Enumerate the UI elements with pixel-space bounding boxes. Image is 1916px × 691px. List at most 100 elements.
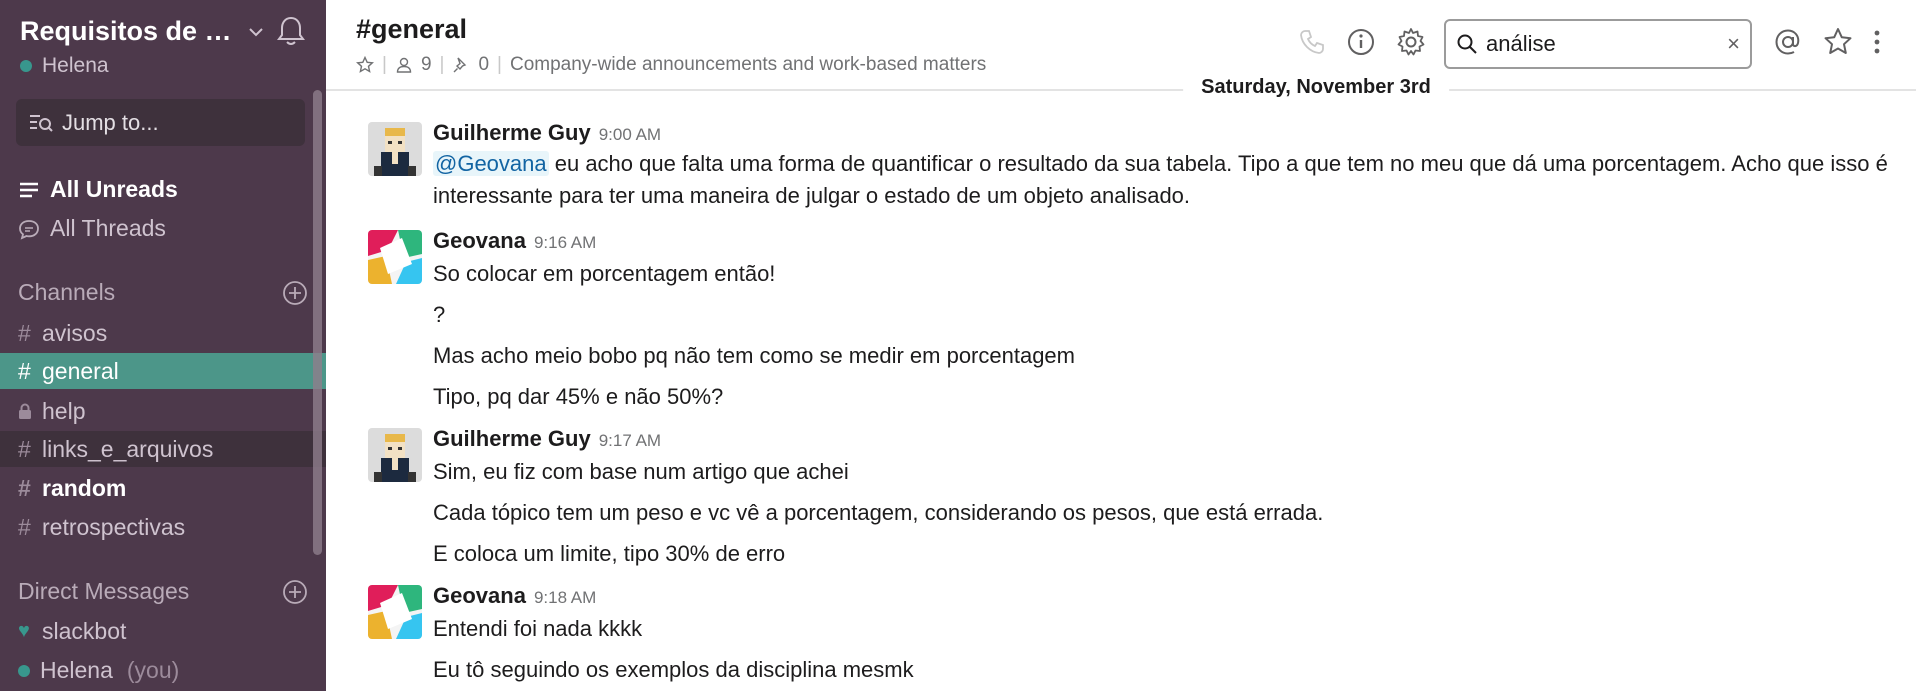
avatar[interactable] xyxy=(368,585,422,639)
message-header: Guilherme Guy 9:00 AM xyxy=(433,120,661,146)
author-name[interactable]: Geovana xyxy=(433,583,526,609)
message[interactable]: Geovana 9:16 AM So colocar em porcentage… xyxy=(326,228,1916,410)
channel-links-e-arquivos[interactable]: # links_e_arquivos xyxy=(0,431,326,467)
separator: | xyxy=(439,54,445,75)
timestamp[interactable]: 9:00 AM xyxy=(599,125,661,145)
jump-label: Jump to... xyxy=(62,109,159,135)
message-text: Tipo, pq dar 45% e não 50%? xyxy=(433,384,724,409)
dm-label: Helena xyxy=(40,657,113,683)
divider-line xyxy=(326,90,1916,91)
star-icon[interactable] xyxy=(1822,26,1854,58)
channel-random[interactable]: # random xyxy=(0,470,326,506)
search-icon xyxy=(1457,34,1477,54)
timestamp[interactable]: 9:18 AM xyxy=(534,588,596,608)
threads-icon xyxy=(19,219,39,240)
message-body: eu acho que falta uma forma de quantific… xyxy=(433,151,1888,208)
dm-you-suffix: (you) xyxy=(126,657,180,683)
hash-icon: # xyxy=(18,357,31,384)
timestamp[interactable]: 9:16 AM xyxy=(534,233,596,253)
channel-title[interactable]: #general xyxy=(356,14,467,45)
channel-retrospectivas[interactable]: # retrospectivas xyxy=(0,509,326,545)
pin-icon[interactable] xyxy=(452,56,470,74)
channel-general[interactable]: # general xyxy=(0,353,326,389)
channels-header-label[interactable]: Channels xyxy=(18,279,115,306)
channel-avisos[interactable]: # avisos xyxy=(0,315,326,351)
author-name[interactable]: Guilherme Guy xyxy=(433,426,591,452)
members-icon[interactable] xyxy=(395,56,413,74)
author-name[interactable]: Guilherme Guy xyxy=(433,120,591,146)
separator: | xyxy=(497,54,502,75)
message-text: Mas acho meio bobo pq não tem como se me… xyxy=(433,343,1075,368)
message-header: Guilherme Guy 9:17 AM xyxy=(433,426,661,452)
all-unreads-item[interactable]: All Unreads xyxy=(18,176,178,203)
unreads-icon xyxy=(20,182,38,197)
search-query[interactable]: análise xyxy=(1486,31,1719,57)
message[interactable]: Geovana 9:18 AM Entendi foi nada kkkk Eu… xyxy=(326,583,1916,691)
hash-icon: # xyxy=(18,474,31,501)
lock-icon xyxy=(19,403,31,419)
channel-label: links_e_arquivos xyxy=(42,435,214,462)
phone-icon[interactable] xyxy=(1296,26,1328,58)
message-text: So colocar em porcentagem então! xyxy=(433,261,776,286)
current-user[interactable]: Helena xyxy=(20,54,109,78)
channel-label: general xyxy=(42,357,119,384)
clear-search-button[interactable]: × xyxy=(1727,31,1740,57)
message-text: Cada tópico tem um peso e vc vê a porcen… xyxy=(433,500,1324,525)
star-icon[interactable] xyxy=(356,56,374,74)
dm-label: slackbot xyxy=(42,618,127,644)
date-divider: Saturday, November 3rd xyxy=(326,76,1916,104)
kebab-icon[interactable] xyxy=(1868,26,1886,58)
sidebar-scrollbar[interactable] xyxy=(313,90,322,555)
all-threads-label: All Threads xyxy=(50,215,166,241)
author-name[interactable]: Geovana xyxy=(433,228,526,254)
message-text: Eu tô seguindo os exemplos da disciplina… xyxy=(433,657,914,682)
jump-to-button[interactable]: Jump to... xyxy=(16,99,305,146)
channel-label: help xyxy=(42,397,86,424)
message-text: ? xyxy=(433,302,446,327)
dm-header[interactable]: Direct Messages xyxy=(18,578,308,605)
workspace-header[interactable]: Requisitos de S... Helena xyxy=(20,14,310,77)
channels-header[interactable]: Channels xyxy=(18,279,308,306)
channel-help[interactable]: help xyxy=(0,393,326,429)
dm-helena[interactable]: Helena (you) xyxy=(18,657,179,684)
avatar-image xyxy=(368,585,422,639)
channel-topic[interactable]: Company-wide announcements and work-base… xyxy=(510,54,986,76)
avatar[interactable] xyxy=(368,122,422,176)
avatar-image xyxy=(368,230,422,284)
channel-meta: | 9 | 0 | Company-wide announcements and… xyxy=(356,54,986,76)
jump-icon xyxy=(30,114,53,132)
message[interactable]: Guilherme Guy 9:17 AM Sim, eu fiz com ba… xyxy=(326,426,1916,568)
search-input[interactable]: análise × xyxy=(1444,19,1752,69)
message[interactable]: Guilherme Guy 9:00 AM @Geovana eu acho q… xyxy=(326,120,1916,214)
dm-slackbot[interactable]: ♥ slackbot xyxy=(18,618,126,645)
avatar-image xyxy=(368,428,422,482)
dm-header-label[interactable]: Direct Messages xyxy=(18,578,189,605)
pinned-count[interactable]: 0 xyxy=(478,54,489,76)
add-dm-icon[interactable] xyxy=(282,579,308,605)
mention[interactable]: @Geovana xyxy=(433,151,549,176)
info-icon[interactable] xyxy=(1345,26,1377,58)
hash-icon: # xyxy=(18,319,31,346)
channel-label: retrospectivas xyxy=(42,513,186,540)
message-text: E coloca um limite, tipo 30% de erro xyxy=(433,541,786,566)
avatar[interactable] xyxy=(368,230,422,284)
presence-dot xyxy=(18,664,30,677)
separator: | xyxy=(382,54,387,75)
bell-icon[interactable] xyxy=(274,14,308,48)
date-label: Saturday, November 3rd xyxy=(1183,76,1449,99)
timestamp[interactable]: 9:17 AM xyxy=(599,431,661,451)
hash-icon: # xyxy=(18,513,31,540)
message-text: @Geovana eu acho que falta uma forma de … xyxy=(433,148,1893,212)
all-threads-item[interactable]: All Threads xyxy=(18,215,166,242)
message-text: Entendi foi nada kkkk xyxy=(433,616,643,641)
avatar[interactable] xyxy=(368,428,422,482)
chevron-down-icon[interactable] xyxy=(246,18,266,46)
workspace-name[interactable]: Requisitos de S... xyxy=(20,16,235,47)
channel-label: avisos xyxy=(42,319,108,346)
gear-icon[interactable] xyxy=(1395,26,1427,58)
add-channel-icon[interactable] xyxy=(282,280,308,306)
current-user-name: Helena xyxy=(42,54,109,77)
member-count[interactable]: 9 xyxy=(421,54,432,76)
at-icon[interactable] xyxy=(1772,26,1804,58)
message-header: Geovana 9:18 AM xyxy=(433,583,596,609)
